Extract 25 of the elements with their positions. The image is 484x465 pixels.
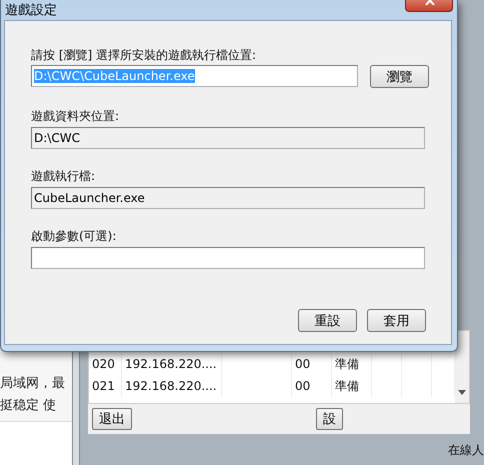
field-label: 遊戲資料夾位置: bbox=[31, 108, 120, 124]
down-arrow-icon[interactable] bbox=[458, 390, 466, 395]
table-cell: 192.168.220.... bbox=[122, 375, 222, 397]
table-cell: 準備 bbox=[332, 375, 372, 397]
close-button[interactable] bbox=[405, 0, 453, 12]
table-cell: 00 bbox=[292, 353, 332, 375]
article-text: 挺稳定 使 bbox=[0, 397, 58, 415]
table-cell: 00 bbox=[292, 375, 332, 397]
table-cell: 準備 bbox=[332, 353, 372, 375]
table-cell: 020 bbox=[89, 353, 122, 375]
table-cell: 021 bbox=[89, 375, 122, 397]
field-label: 遊戲執行檔: bbox=[31, 168, 96, 184]
apply-button[interactable]: 套用 bbox=[367, 309, 426, 332]
status-text: 在線人 bbox=[448, 442, 484, 459]
table-cell: 192.168.220.... bbox=[122, 353, 222, 375]
settings-button[interactable]: 設 bbox=[316, 408, 343, 430]
exit-button[interactable]: 退出 bbox=[92, 408, 132, 430]
browse-button[interactable]: 瀏覽 bbox=[370, 65, 429, 88]
window-title: 遊戲設定 bbox=[5, 2, 57, 19]
input-field[interactable] bbox=[31, 247, 425, 269]
article-text: 局域网，最 bbox=[0, 375, 66, 393]
scrollbar[interactable] bbox=[455, 331, 469, 403]
field-label: 啟動參數(可選): bbox=[31, 228, 118, 244]
instruction-text: 請按 [瀏覽] 選擇所安裝的遊戲執行檔位置: bbox=[31, 47, 258, 63]
reset-button[interactable]: 重設 bbox=[298, 309, 357, 332]
